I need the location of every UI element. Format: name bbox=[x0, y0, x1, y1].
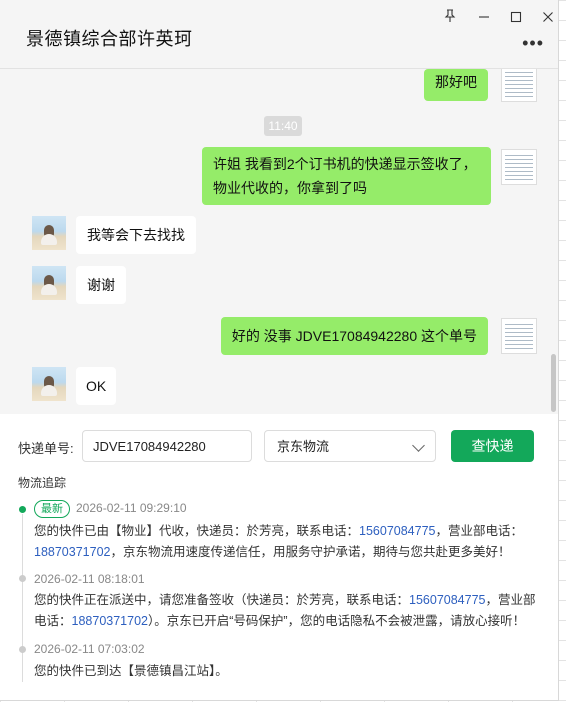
event-time: 2026-02-11 07:03:02 bbox=[34, 642, 145, 656]
branch-phone-link[interactable]: 18870371702 bbox=[72, 614, 148, 628]
message-bubble-me[interactable]: 那好吧 bbox=[424, 69, 488, 101]
minimize-icon[interactable] bbox=[471, 6, 497, 30]
message-list[interactable]: 那好吧 11:40 许姐 我看到2个订书机的快递显示签收了，物业代收的，你拿到了… bbox=[0, 69, 558, 414]
pin-icon[interactable] bbox=[437, 6, 463, 30]
event-text-part: 您的快件已由【物业】代收，快递员：於芳亮，联系电话： bbox=[34, 524, 360, 538]
more-icon[interactable]: ••• bbox=[522, 33, 544, 54]
tracking-number-label: 快递单号: bbox=[18, 441, 74, 456]
timestamp-chip: 11:40 bbox=[264, 116, 302, 136]
my-avatar[interactable] bbox=[501, 318, 537, 354]
carrier-select[interactable]: 京东物流 bbox=[264, 430, 436, 462]
message-bubble-other[interactable]: 谢谢 bbox=[76, 266, 126, 304]
contact-avatar[interactable] bbox=[32, 216, 66, 250]
message-bubble-other[interactable]: OK bbox=[76, 367, 117, 405]
contact-avatar[interactable] bbox=[32, 266, 66, 300]
tracking-panel: 快递单号: JDVE17084942280 京东物流 查快递 物流追踪 最新 20… bbox=[0, 414, 558, 700]
title-bar: 景德镇综合部许英珂 ••• bbox=[0, 0, 558, 69]
search-tracking-button[interactable]: 查快递 bbox=[451, 430, 534, 462]
chat-title: 景德镇综合部许英珂 bbox=[26, 29, 193, 49]
maximize-icon[interactable] bbox=[503, 6, 529, 30]
message-bubble-me[interactable]: 好的 没事 JDVE17084942280 这个单号 bbox=[220, 317, 488, 355]
branch-phone-link[interactable]: 18870371702 bbox=[34, 545, 110, 559]
tracking-number-input[interactable]: JDVE17084942280 bbox=[82, 430, 252, 462]
event-text-part: ，京东物流用速度传递信任，用服务守护承诺，期待与您共赴更多美好！ bbox=[110, 545, 511, 559]
event-text-part: ）。京东已开启“号码保护”，您的电话隐私不会被泄露，请放心接听！ bbox=[148, 614, 526, 628]
event-time: 2026-02-11 09:29:10 bbox=[76, 501, 187, 515]
contact-avatar[interactable] bbox=[32, 367, 66, 401]
event-text-part: ，营业部电话： bbox=[435, 524, 524, 538]
courier-phone-link[interactable]: 15607084775 bbox=[409, 593, 485, 607]
close-icon[interactable] bbox=[535, 6, 558, 30]
timeline-line bbox=[22, 514, 23, 682]
message-bubble-me[interactable]: 许姐 我看到2个订书机的快递显示签收了，物业代收的，你拿到了吗 bbox=[202, 147, 491, 205]
latest-badge: 最新 bbox=[34, 500, 70, 518]
event-text: 您的快件已由【物业】代收，快递员：於芳亮，联系电话：15607084775，营业… bbox=[34, 521, 540, 563]
logistics-section-title: 物流追踪 bbox=[18, 476, 67, 490]
my-avatar[interactable] bbox=[501, 149, 537, 185]
chevron-down-icon bbox=[412, 439, 425, 452]
courier-phone-link[interactable]: 15607084775 bbox=[359, 524, 435, 538]
event-time: 2026-02-11 08:18:01 bbox=[34, 572, 145, 586]
event-text-part: 您的快件正在派送中，请您准备签收（快递员：於芳亮，联系电话： bbox=[34, 593, 410, 607]
carrier-select-value: 京东物流 bbox=[277, 439, 330, 454]
chat-window: 景德镇综合部许英珂 ••• 那好吧 11:40 许姐 我看到2个订书机的快递显示… bbox=[0, 0, 559, 701]
my-avatar[interactable] bbox=[501, 69, 537, 102]
chat-scrollbar[interactable] bbox=[551, 354, 556, 412]
timeline-dot bbox=[19, 575, 26, 582]
event-time-row: 最新 2026-02-11 09:29:10 bbox=[34, 500, 187, 518]
message-bubble-other[interactable]: 我等会下去找找 bbox=[76, 216, 196, 254]
timeline-dot-active bbox=[19, 506, 26, 513]
event-text: 您的快件正在派送中，请您准备签收（快递员：於芳亮，联系电话：1560708477… bbox=[34, 590, 540, 632]
event-text: 您的快件已到达【景德镇昌江站】。 bbox=[34, 664, 228, 678]
timeline-dot bbox=[19, 646, 26, 653]
